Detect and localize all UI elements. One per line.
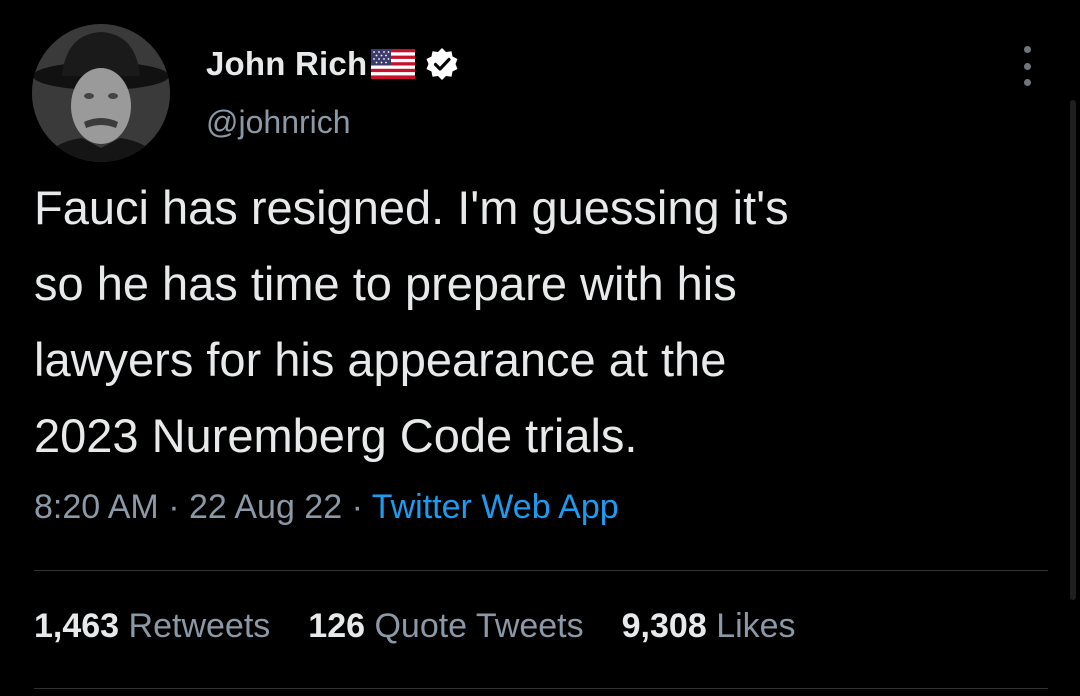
quote-tweets-label: Quote Tweets [374, 607, 584, 645]
scrollbar[interactable] [1070, 100, 1076, 600]
tweet-detail: John Rich @johnrich Fauci has resigned. … [0, 0, 1080, 696]
meta-separator: · [158, 488, 189, 526]
avatar[interactable] [32, 24, 170, 162]
tweet-source-link[interactable]: Twitter Web App [372, 488, 619, 526]
meta-separator: · [342, 488, 372, 526]
likes-label: Likes [716, 607, 796, 645]
tweet-stats: 1,463 Retweets 126 Quote Tweets 9,308 Li… [34, 607, 834, 646]
more-options-icon[interactable] [1010, 46, 1044, 86]
divider [34, 570, 1048, 571]
us-flag-icon [371, 49, 416, 79]
retweets-label: Retweets [128, 607, 271, 645]
author-handle[interactable]: @johnrich [206, 104, 351, 141]
retweets-stat[interactable]: 1,463 Retweets [34, 607, 270, 646]
quote-tweets-stat[interactable]: 126 Quote Tweets [308, 607, 583, 646]
divider [34, 688, 1048, 689]
tweet-meta: 8:20 AM · 22 Aug 22 · Twitter Web App [34, 488, 619, 527]
display-name[interactable]: John Rich [206, 45, 367, 83]
tweet-text: Fauci has resigned. I'm guessing it's so… [34, 181, 789, 462]
tweet-time[interactable]: 8:20 AM [34, 488, 159, 526]
quote-tweets-count: 126 [308, 607, 366, 645]
retweets-count: 1,463 [34, 607, 120, 645]
tweet-date[interactable]: 22 Aug 22 [189, 488, 342, 526]
likes-stat[interactable]: 9,308 Likes [622, 607, 796, 646]
likes-count: 9,308 [621, 607, 707, 645]
author-name-row[interactable]: John Rich [206, 42, 459, 86]
verified-badge-icon [425, 47, 459, 81]
